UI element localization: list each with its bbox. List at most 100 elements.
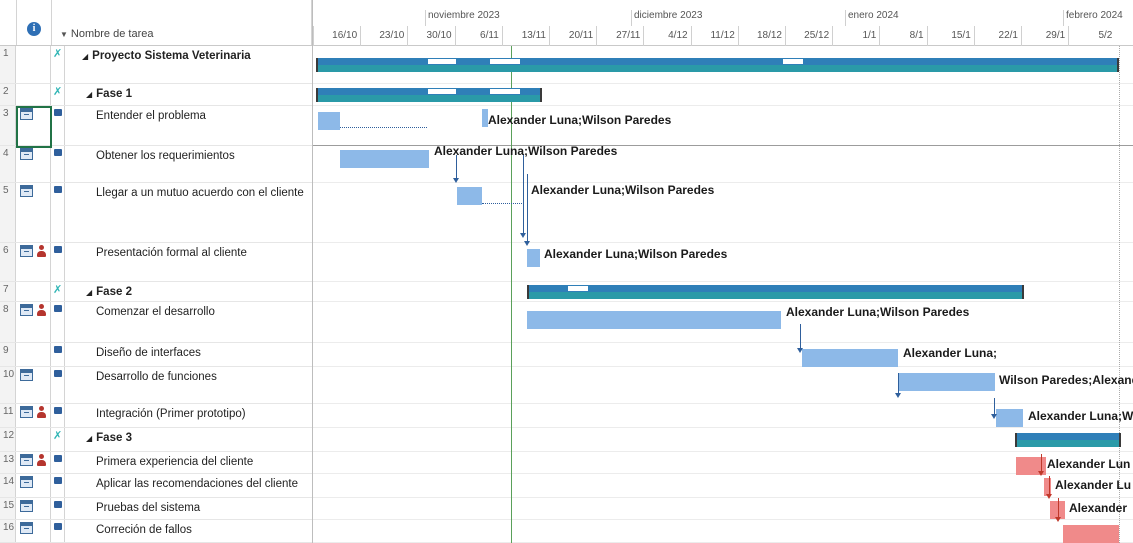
task-name[interactable]: Presentación formal al cliente (66, 243, 247, 281)
task-bar[interactable] (802, 349, 898, 367)
task-name[interactable]: Primera experiencia del cliente (66, 452, 253, 473)
task-mode-cell[interactable] (51, 474, 65, 497)
critical-task-bar[interactable] (1063, 525, 1119, 543)
row-number[interactable]: 11 (0, 404, 16, 427)
task-row[interactable]: 10 Desarrollo de funciones (0, 367, 312, 404)
task-mode-cell[interactable]: ✗ (51, 46, 65, 83)
task-bar[interactable] (996, 409, 1023, 427)
task-row[interactable]: 16 Correción de fallos (0, 520, 312, 543)
task-row[interactable]: 5 Llegar a un mutuo acuerdo con el client… (0, 183, 312, 243)
task-mode-cell[interactable] (51, 520, 65, 542)
row-number[interactable]: 6 (0, 243, 16, 281)
task-mode-cell[interactable] (51, 106, 65, 145)
summary-bar[interactable] (316, 88, 542, 102)
task-name[interactable]: ◢ Fase 3 (66, 428, 132, 451)
resource-label: Alexander Luna;W (1028, 409, 1133, 423)
summary-bar[interactable] (316, 58, 1119, 72)
row-number[interactable]: 12 (0, 428, 16, 451)
task-bar[interactable] (527, 311, 781, 329)
task-name-column-label: Nombre de tarea (70, 28, 154, 40)
task-name[interactable]: ◢ Proyecto Sistema Veterinaria (66, 46, 251, 83)
task-name[interactable]: Desarrollo de funciones (66, 367, 217, 403)
row-number[interactable]: 1 (0, 46, 16, 83)
indicators-cell (17, 474, 51, 497)
task-name[interactable]: ◢ Fase 1 (66, 84, 132, 105)
collapse-triangle-icon[interactable]: ◢ (86, 434, 92, 443)
task-bar-segment[interactable] (482, 109, 488, 127)
row-number[interactable]: 14 (0, 474, 16, 497)
row-number[interactable]: 5 (0, 183, 16, 242)
task-name[interactable]: Llegar a un mutuo acuerdo con el cliente (66, 183, 304, 242)
task-name[interactable]: Comenzar el desarrollo (66, 302, 215, 342)
row-number[interactable]: 10 (0, 367, 16, 403)
row-number[interactable]: 7 (0, 282, 16, 301)
task-mode-cell[interactable] (51, 183, 65, 242)
task-row[interactable]: 11 Integración (Primer prototipo) (0, 404, 312, 428)
manual-pin-icon: ✗ (53, 284, 63, 296)
task-row[interactable]: 9 Diseño de interfaces (0, 343, 312, 367)
summary-bar[interactable] (1015, 433, 1121, 447)
task-bar[interactable] (457, 187, 482, 205)
row-number[interactable]: 3 (0, 106, 16, 145)
task-mode-cell[interactable] (51, 146, 65, 182)
calendar-icon (20, 500, 33, 512)
task-mode-cell[interactable] (51, 498, 65, 519)
task-row[interactable]: 14 Aplicar las recomendaciones del client… (0, 474, 312, 498)
task-row[interactable]: 6 Presentación formal al cliente (0, 243, 312, 282)
task-name-column-header[interactable]: ▼ Nombre de tarea (60, 28, 153, 40)
summary-bar-gap (490, 89, 520, 94)
task-bar[interactable] (898, 373, 995, 391)
task-mode-cell[interactable]: ✗ (51, 282, 65, 301)
row-number[interactable]: 9 (0, 343, 16, 366)
task-name[interactable]: ◢ Fase 2 (66, 282, 132, 301)
resource-label: Alexander Luna;Wilson Paredes (531, 183, 715, 197)
task-bar[interactable] (340, 150, 429, 168)
indicators-cell (17, 302, 51, 342)
task-row[interactable]: 13 Primera experiencia del cliente (0, 452, 312, 474)
task-row[interactable]: 4 Obtener los requerimientos (0, 146, 312, 183)
task-mode-cell[interactable] (51, 343, 65, 366)
row-number[interactable]: 2 (0, 84, 16, 105)
summary-row[interactable]: 12 ✗ ◢ Fase 3 (0, 428, 312, 452)
collapse-triangle-icon[interactable]: ◢ (86, 288, 92, 297)
task-mode-cell[interactable] (51, 243, 65, 281)
collapse-triangle-icon[interactable]: ◢ (86, 90, 92, 99)
row-number[interactable]: 13 (0, 452, 16, 473)
collapse-triangle-icon[interactable]: ◢ (82, 52, 88, 61)
row-number[interactable]: 16 (0, 520, 16, 542)
gantt-bars-area[interactable]: Alexander Luna;Wilson Paredes Alexander L… (313, 46, 1133, 543)
info-icon[interactable]: i (27, 22, 41, 36)
task-row[interactable]: 15 Pruebas del sistema (0, 498, 312, 520)
row-number[interactable]: 15 (0, 498, 16, 519)
task-name[interactable]: Integración (Primer prototipo) (66, 404, 246, 427)
task-mode-cell[interactable] (51, 367, 65, 403)
task-name[interactable]: Diseño de interfaces (66, 343, 201, 366)
task-mode-cell[interactable]: ✗ (51, 84, 65, 105)
person-icon (36, 454, 47, 466)
row-number[interactable]: 8 (0, 302, 16, 342)
task-row[interactable]: 8 Comenzar el desarrollo (0, 302, 312, 343)
task-mode-cell[interactable] (51, 404, 65, 427)
dependency-link (527, 174, 528, 241)
dependency-arrow (453, 178, 459, 183)
summary-bar[interactable] (527, 285, 1024, 299)
task-name[interactable]: Entender el problema (66, 106, 206, 145)
task-name[interactable]: Pruebas del sistema (66, 498, 200, 519)
task-name[interactable]: Correción de fallos (66, 520, 192, 542)
row-number[interactable]: 4 (0, 146, 16, 182)
task-name-label: Integración (Primer prototipo) (96, 408, 246, 420)
task-name[interactable]: Obtener los requerimientos (66, 146, 235, 182)
column-dropdown-icon[interactable]: ▼ (60, 30, 68, 39)
summary-row[interactable]: 2 ✗ ◢ Fase 1 (0, 84, 312, 106)
task-name-label: Llegar a un mutuo acuerdo con el cliente (96, 187, 304, 199)
task-mode-cell[interactable] (51, 302, 65, 342)
task-row[interactable]: 3 Entender el problema (0, 106, 312, 146)
task-bar[interactable] (318, 112, 340, 130)
task-mode-cell[interactable]: ✗ (51, 428, 65, 451)
task-mode-cell[interactable] (51, 452, 65, 473)
task-bar[interactable] (527, 249, 540, 267)
task-sheet: i ▼ Nombre de tarea 1 ✗ ◢ Proyecto Sistema V… (0, 0, 312, 543)
summary-row[interactable]: 7 ✗ ◢ Fase 2 (0, 282, 312, 302)
task-name[interactable]: Aplicar las recomendaciones del cliente (66, 474, 298, 497)
summary-row[interactable]: 1 ✗ ◢ Proyecto Sistema Veterinaria (0, 46, 312, 84)
